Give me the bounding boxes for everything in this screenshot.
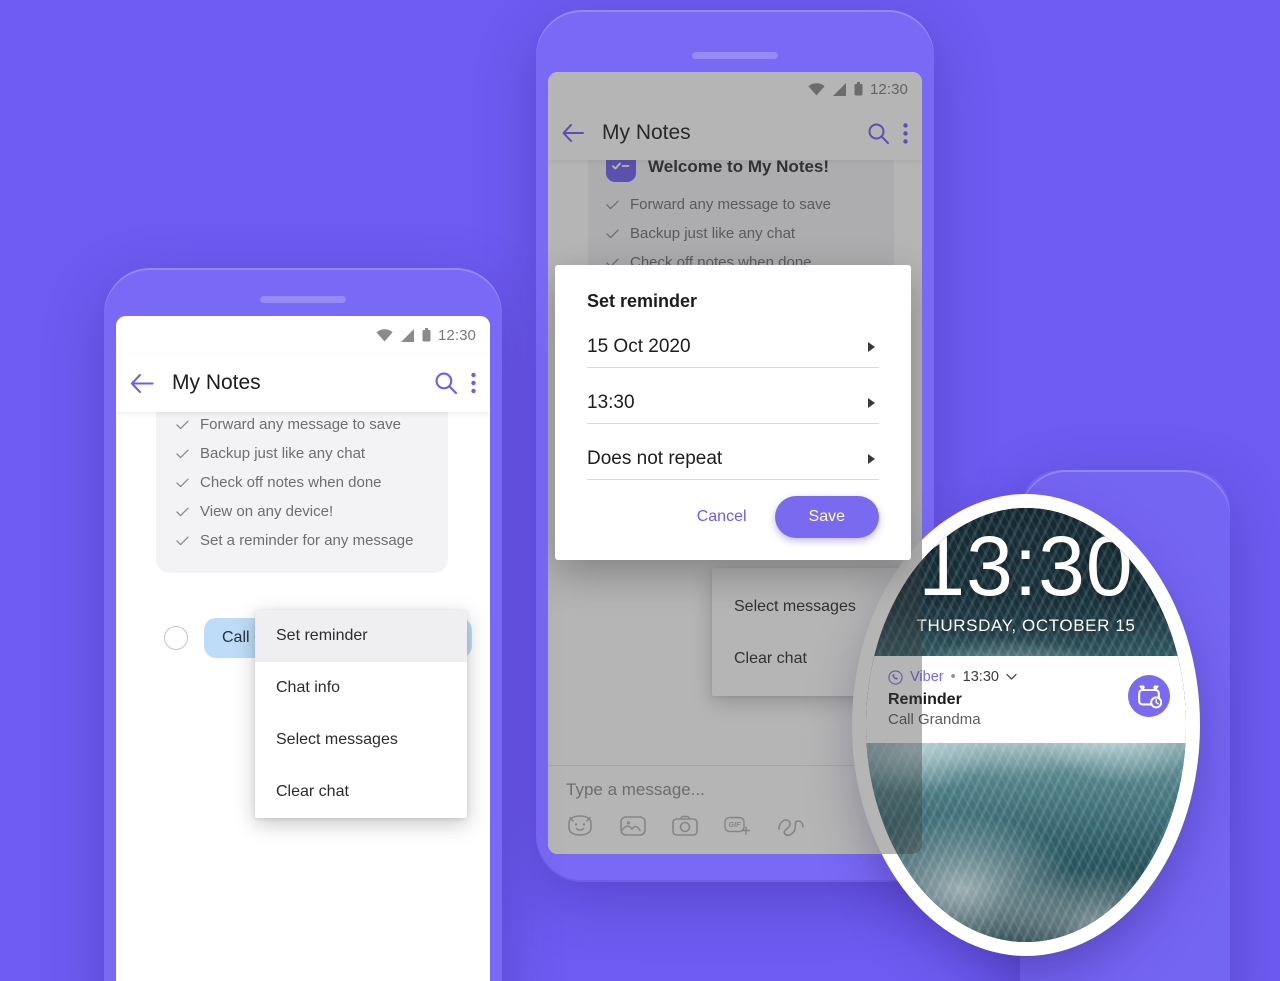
- note-item: Forward any message to save: [176, 410, 428, 439]
- note-item: View on any device!: [176, 497, 428, 526]
- menu-item-clear-chat[interactable]: Clear chat: [255, 766, 467, 818]
- left-phone-speaker: [260, 296, 346, 303]
- notification-app-name: Viber: [910, 669, 944, 685]
- chevron-down-icon[interactable]: [1006, 673, 1017, 681]
- note-item: Check off notes when done: [176, 468, 428, 497]
- lock-screen-date: THURSDAY, OCTOBER 15: [916, 616, 1136, 635]
- page-title: My Notes: [172, 371, 261, 394]
- notification-header: Viber • 13:30: [888, 669, 1128, 685]
- svg-text:GIF: GIF: [729, 820, 742, 829]
- doodle-icon[interactable]: [777, 815, 805, 837]
- notification-body: Call Grandma: [888, 711, 981, 728]
- notification-content: Viber • 13:30 Reminder Call Grandma: [888, 669, 1128, 728]
- set-reminder-dialog: Set reminder 15 Oct 2020 13:30 Does not …: [555, 265, 911, 560]
- more-vertical-icon[interactable]: [471, 372, 476, 394]
- signal-icon: [400, 328, 414, 342]
- check-icon: [176, 478, 189, 487]
- chevron-right-icon: [868, 454, 875, 464]
- notification-separator: •: [950, 669, 956, 685]
- save-button[interactable]: Save: [774, 496, 879, 538]
- note-item: Set a reminder for any message: [176, 526, 428, 555]
- app-bar-actions: [868, 122, 908, 144]
- back-arrow-icon[interactable]: [130, 373, 154, 393]
- wifi-icon: [376, 328, 393, 341]
- dialog-actions: Cancel Save: [587, 496, 879, 544]
- note-item-label: Check off notes when done: [200, 474, 382, 491]
- sticker-icon[interactable]: [566, 814, 594, 838]
- wifi-icon: [808, 82, 825, 95]
- dialog-repeat-value: Does not repeat: [587, 448, 723, 469]
- gif-icon[interactable]: GIF: [724, 815, 751, 837]
- viber-icon: [888, 669, 903, 685]
- welcome-title: Welcome to My Notes!: [648, 157, 830, 176]
- note-item-label: Set a reminder for any message: [200, 532, 414, 549]
- note-item-label: Forward any message to save: [630, 196, 831, 213]
- left-note-card: Forward any message to save Backup just …: [156, 398, 448, 573]
- note-item-label: View on any device!: [200, 503, 334, 520]
- camera-icon[interactable]: [672, 815, 698, 837]
- notification-time: 13:30: [962, 669, 999, 685]
- chevron-right-icon: [868, 342, 875, 352]
- menu-item-set-reminder[interactable]: Set reminder: [255, 610, 467, 662]
- dialog-date-value: 15 Oct 2020: [587, 336, 691, 357]
- more-vertical-icon[interactable]: [903, 122, 908, 144]
- unchecked-circle-icon[interactable]: [164, 626, 188, 650]
- status-time: 12:30: [437, 326, 476, 344]
- back-arrow-icon[interactable]: [562, 124, 584, 142]
- composition-stage: 12:30 My Notes Welcome to My Notes! Forw…: [0, 0, 1280, 981]
- menu-item-select-messages[interactable]: Select messages: [255, 714, 467, 766]
- gallery-icon[interactable]: [620, 814, 646, 838]
- left-status-bar: 12:30: [116, 316, 490, 354]
- notification-title: Reminder: [888, 691, 962, 708]
- composer-tools: GIF: [566, 814, 904, 838]
- page-title: My Notes: [602, 121, 691, 144]
- check-icon: [176, 507, 189, 516]
- message-input-placeholder[interactable]: Type a message...: [566, 780, 904, 800]
- reminder-clock-icon: [1128, 675, 1170, 717]
- middle-app-bar: My Notes: [548, 106, 922, 160]
- note-item: Backup just like any chat: [606, 219, 876, 248]
- check-icon: [176, 536, 189, 545]
- signal-icon: [832, 82, 846, 96]
- dialog-title: Set reminder: [587, 291, 698, 311]
- dialog-date-row[interactable]: 15 Oct 2020: [587, 326, 879, 368]
- reminder-notification[interactable]: Viber • 13:30 Reminder Call Grandma: [866, 656, 1186, 743]
- middle-phone-speaker: [692, 52, 778, 59]
- battery-icon: [854, 82, 863, 96]
- search-icon[interactable]: [435, 372, 457, 394]
- search-icon[interactable]: [868, 123, 889, 144]
- battery-icon: [422, 328, 431, 342]
- check-icon: [606, 200, 619, 209]
- note-item-label: Forward any message to save: [200, 416, 401, 433]
- lock-screen-clock: 13:30: [918, 519, 1134, 613]
- status-time: 12:30: [869, 80, 908, 98]
- chevron-right-icon: [868, 398, 875, 408]
- dialog-time-value: 13:30: [587, 392, 635, 413]
- note-item: Forward any message to save: [606, 190, 876, 219]
- menu-item-chat-info[interactable]: Chat info: [255, 662, 467, 714]
- middle-status-bar: 12:30: [548, 72, 922, 106]
- lock-screen-magnifier: 13:30 THURSDAY, OCTOBER 15 Viber • 13:30…: [866, 508, 1186, 942]
- check-icon: [606, 229, 619, 238]
- note-item-label: Backup just like any chat: [630, 225, 796, 242]
- dialog-time-row[interactable]: 13:30: [587, 382, 879, 424]
- note-item: Backup just like any chat: [176, 439, 428, 468]
- dialog-repeat-row[interactable]: Does not repeat: [587, 438, 879, 480]
- check-icon: [176, 449, 189, 458]
- left-context-menu: Set reminder Chat info Select messages C…: [255, 610, 467, 818]
- app-bar-actions: [435, 372, 476, 394]
- left-app-bar: My Notes: [116, 354, 490, 412]
- cancel-button[interactable]: Cancel: [679, 498, 765, 536]
- note-item-label: Backup just like any chat: [200, 445, 366, 462]
- check-icon: [176, 420, 189, 429]
